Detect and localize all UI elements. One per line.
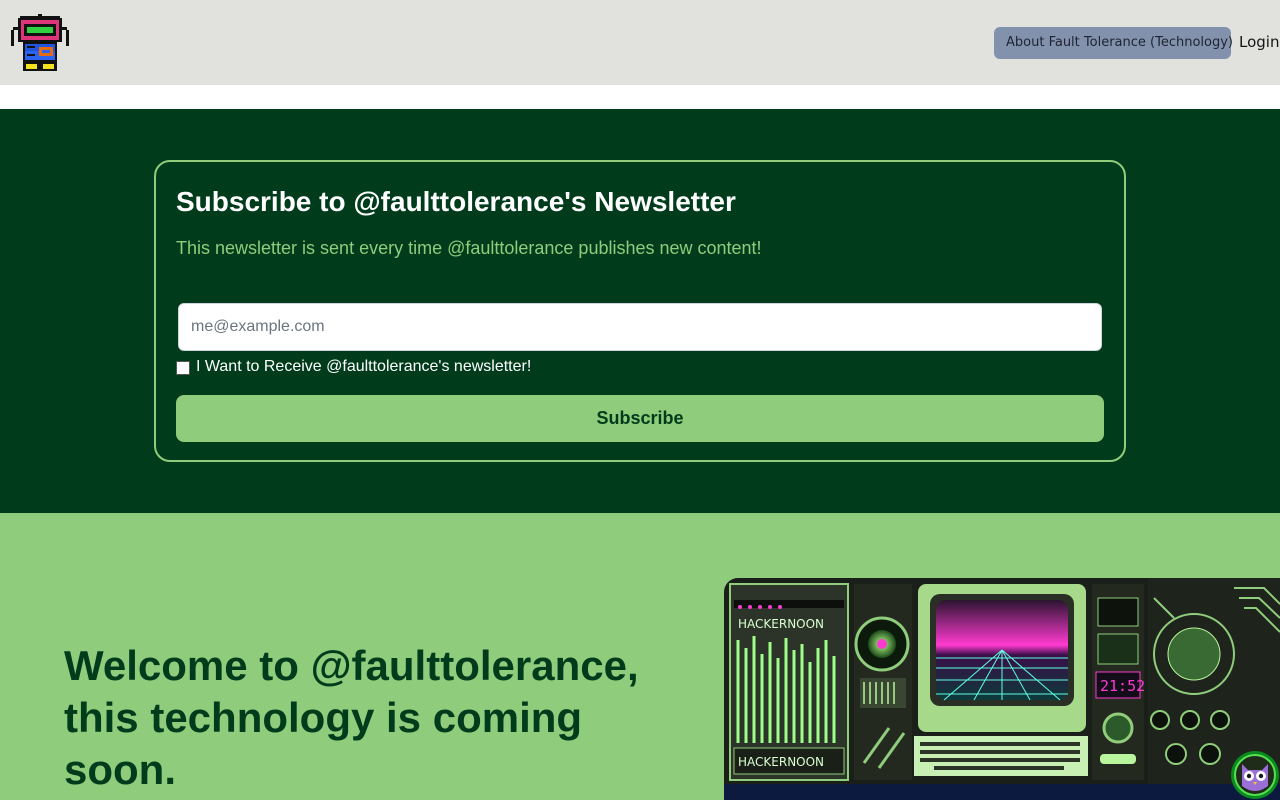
login-link[interactable]: Login (1239, 33, 1279, 51)
hero-clock: 21:52 (1100, 677, 1145, 695)
newsletter-consent-label[interactable]: I Want to Receive @faulttolerance's news… (196, 358, 531, 376)
about-tag-button[interactable]: About Fault Tolerance (Technology) (994, 27, 1233, 59)
subscribe-button[interactable]: Subscribe (176, 395, 1104, 442)
newsletter-section: Subscribe to @faulttolerance's Newslette… (0, 109, 1280, 513)
newsletter-card: Subscribe to @faulttolerance's Newslette… (154, 160, 1126, 462)
newsletter-consent-row: I Want to Receive @faulttolerance's news… (176, 355, 531, 379)
owl-avatar-icon[interactable] (1230, 750, 1280, 800)
robot-logo-icon[interactable] (10, 13, 70, 73)
newsletter-consent-checkbox[interactable] (176, 361, 190, 375)
hero-brand-top: HACKERNOON (738, 617, 824, 631)
header-spacer (0, 85, 1280, 109)
newsletter-subtitle: This newsletter is sent every time @faul… (176, 238, 762, 258)
welcome-section: Welcome to @faulttolerance, this technol… (0, 513, 1280, 800)
hero-image: HACKERNOON HACKERNOON 21:52 (724, 578, 1280, 800)
hero-brand-bottom: HACKERNOON (738, 755, 824, 769)
welcome-title: Welcome to @faulttolerance, this technol… (64, 642, 639, 793)
newsletter-title: Subscribe to @faulttolerance's Newslette… (176, 186, 736, 217)
email-input[interactable] (178, 303, 1102, 351)
top-navbar: About Fault Tolerance (Technology) Login (0, 0, 1280, 85)
